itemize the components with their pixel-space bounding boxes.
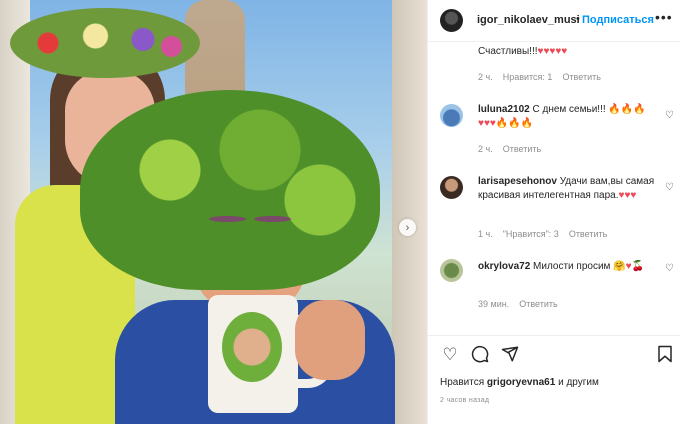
comment-time: 2 ч. — [478, 72, 493, 82]
comment-time: 39 мин. — [478, 299, 510, 309]
comment-body: Счастливы!!! — [478, 46, 538, 57]
comment-likes[interactable]: Нравится: 1 — [503, 72, 553, 82]
comment-meta: 1 ч. "Нравится": 3 Ответить — [478, 229, 607, 239]
comment-meta: 39 мин. Ответить — [478, 299, 558, 309]
photo-sunglasses — [205, 208, 295, 230]
instagram-post-view: › igor_nikolaev_musi • Подписаться ••• С… — [0, 0, 680, 424]
commenter-username[interactable]: luluna2102 — [478, 104, 530, 115]
post-photo[interactable] — [0, 0, 427, 424]
bookmark-icon[interactable] — [655, 345, 675, 365]
comment-meta: 2 ч. Нравится: 1 Ответить — [478, 72, 601, 82]
heart-emoji: ♥♥♥ — [478, 118, 496, 129]
share-icon-svg — [501, 346, 519, 362]
heart-emoji: ♥♥♥ — [618, 190, 637, 201]
like-comment-icon[interactable]: ♡ — [665, 182, 674, 193]
ellipsis-icon[interactable]: ••• — [655, 9, 673, 25]
heart-emoji: ♥♥♥♥♥ — [537, 46, 568, 57]
post-side-panel: igor_nikolaev_musi • Подписаться ••• Сча… — [427, 0, 680, 424]
fire-emoji: 🔥🔥🔥 — [608, 104, 646, 115]
photo-background-pillar — [392, 0, 427, 424]
comments-list[interactable]: Счастливы!!!♥♥♥♥♥ 2 ч. Нравится: 1 Ответ… — [428, 42, 680, 342]
comment-text: larisapesehonov Удачи вам,вы самая краси… — [478, 175, 658, 203]
bookmark-icon-svg — [658, 345, 672, 363]
reply-button[interactable]: Ответить — [569, 229, 607, 239]
comment-time: 2 ч. — [478, 144, 493, 154]
comment-icon[interactable] — [470, 345, 490, 365]
fire-emoji: 🔥🔥🔥 — [495, 118, 534, 129]
photo-oak-wreath — [80, 90, 380, 290]
reply-button[interactable]: Ответить — [519, 299, 557, 309]
comment-text: luluna2102 С днем семьи!!! 🔥🔥🔥 ♥♥♥🔥🔥🔥 — [478, 103, 658, 131]
comment-text: okrylova72 Милости просим 🤗♥🍒 — [478, 260, 658, 274]
comment-body: С днем семьи!!! — [532, 104, 606, 115]
post-actions-bar: ♡ Нравится grigoryevna61 и другим 2 часо… — [428, 335, 680, 424]
photo-hand — [295, 300, 365, 380]
like-comment-icon[interactable]: ♡ — [665, 263, 674, 274]
comment-body: Милости просим — [533, 261, 611, 272]
comment-likes[interactable]: "Нравится": 3 — [503, 229, 559, 239]
reply-button[interactable]: Ответить — [562, 72, 600, 82]
likes-prefix: Нравится — [440, 377, 485, 388]
heart-icon[interactable]: ♡ — [440, 345, 460, 365]
comment-time: 1 ч. — [478, 229, 493, 239]
commenter-username[interactable]: okrylova72 — [478, 261, 530, 272]
comment-text: Счастливы!!!♥♥♥♥♥ — [478, 45, 658, 59]
share-icon[interactable] — [500, 345, 520, 365]
author-username[interactable]: igor_nikolaev_musi — [477, 14, 580, 26]
follow-button[interactable]: Подписаться — [582, 14, 654, 26]
photo-flower-wreath — [10, 8, 200, 78]
post-timestamp: 2 часов назад — [440, 397, 490, 404]
commenter-avatar[interactable] — [440, 104, 463, 127]
commenter-username[interactable]: larisapesehonov — [478, 176, 557, 187]
likes-suffix[interactable]: и другим — [558, 377, 599, 388]
author-avatar[interactable] — [440, 9, 463, 32]
commenter-avatar[interactable] — [440, 176, 463, 199]
reply-button[interactable]: Ответить — [503, 144, 541, 154]
liked-by-user[interactable]: grigoryevna61 — [487, 377, 555, 388]
likes-summary: Нравится grigoryevna61 и другим — [440, 377, 599, 388]
post-header: igor_nikolaev_musi • Подписаться ••• — [428, 0, 680, 42]
commenter-avatar[interactable] — [440, 259, 463, 282]
header-separator: • — [576, 13, 580, 25]
comment-icon-svg — [471, 345, 489, 363]
photo-mug-art — [222, 312, 282, 382]
like-comment-icon[interactable]: ♡ — [665, 110, 674, 121]
comment-meta: 2 ч. Ответить — [478, 144, 541, 154]
emoji-group: 🤗♥🍒 — [613, 261, 645, 272]
next-slide-icon[interactable]: › — [399, 219, 416, 236]
